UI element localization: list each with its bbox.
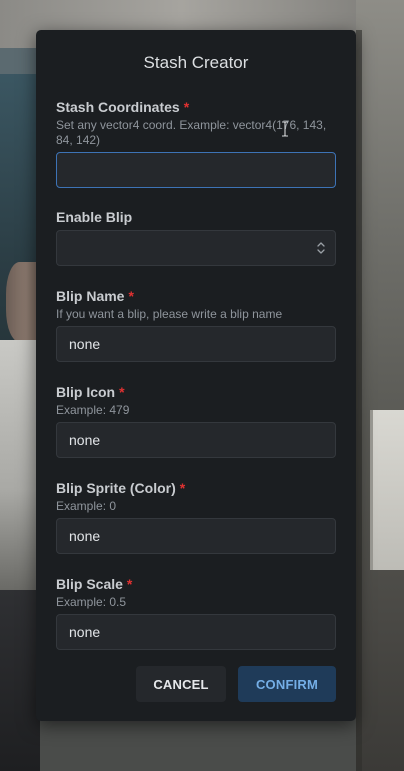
blip-scale-label: Blip Scale * (56, 576, 133, 592)
blip-scale-description: Example: 0.5 (56, 595, 127, 609)
background-character-legs (0, 590, 40, 771)
blip-name-label: Blip Name * (56, 288, 134, 304)
stash-coordinates-field: Stash Coordinates * Set any vector4 coord… (56, 98, 336, 188)
modal-title: Stash Creator (143, 53, 249, 72)
required-marker: * (183, 99, 190, 115)
blip-sprite-input[interactable] (56, 518, 336, 554)
blip-sprite-description: Example: 0 (56, 499, 117, 513)
modal-actions: CANCEL CONFIRM (136, 666, 336, 702)
game-scene: Stash Creator Stash Coordinates * Set any… (0, 0, 404, 771)
background-character-body (0, 340, 40, 590)
chevron-up-down-icon (317, 242, 325, 254)
background-right-edge (356, 30, 362, 771)
background-electrical-box (370, 410, 404, 570)
blip-icon-input[interactable] (56, 422, 336, 458)
enable-blip-field: Enable Blip (56, 208, 336, 266)
stash-coordinates-description: Set any vector4 coord. Example: vector4(… (56, 118, 327, 147)
stash-creator-modal: Stash Creator Stash Coordinates * Set any… (36, 30, 356, 721)
blip-icon-description: Example: 479 (56, 403, 130, 417)
blip-icon-field: Blip Icon * Example: 479 (56, 383, 336, 458)
blip-name-input[interactable] (56, 326, 336, 362)
enable-blip-label: Enable Blip (56, 209, 133, 225)
required-marker: * (119, 384, 125, 400)
enable-blip-select[interactable] (56, 230, 336, 266)
blip-name-field: Blip Name * If you want a blip, please wr… (56, 287, 336, 362)
required-marker: * (126, 576, 133, 592)
stash-coordinates-input[interactable] (56, 152, 336, 188)
background-right-wall (356, 0, 404, 771)
cancel-button[interactable]: CANCEL (136, 666, 226, 702)
blip-icon-label: Blip Icon * (56, 384, 125, 400)
blip-sprite-label: Blip Sprite (Color) * (56, 480, 186, 496)
background-left-band (0, 48, 40, 74)
required-marker: * (128, 288, 134, 304)
blip-name-description: If you want a blip, please write a blip … (56, 307, 283, 321)
blip-scale-input[interactable] (56, 614, 336, 650)
stash-coordinates-label: Stash Coordinates * (56, 99, 190, 115)
blip-scale-field: Blip Scale * Example: 0.5 (56, 575, 336, 650)
required-marker: * (179, 480, 186, 496)
confirm-button[interactable]: CONFIRM (238, 666, 336, 702)
background-character-head (6, 262, 40, 342)
blip-sprite-field: Blip Sprite (Color) * Example: 0 (56, 479, 336, 554)
